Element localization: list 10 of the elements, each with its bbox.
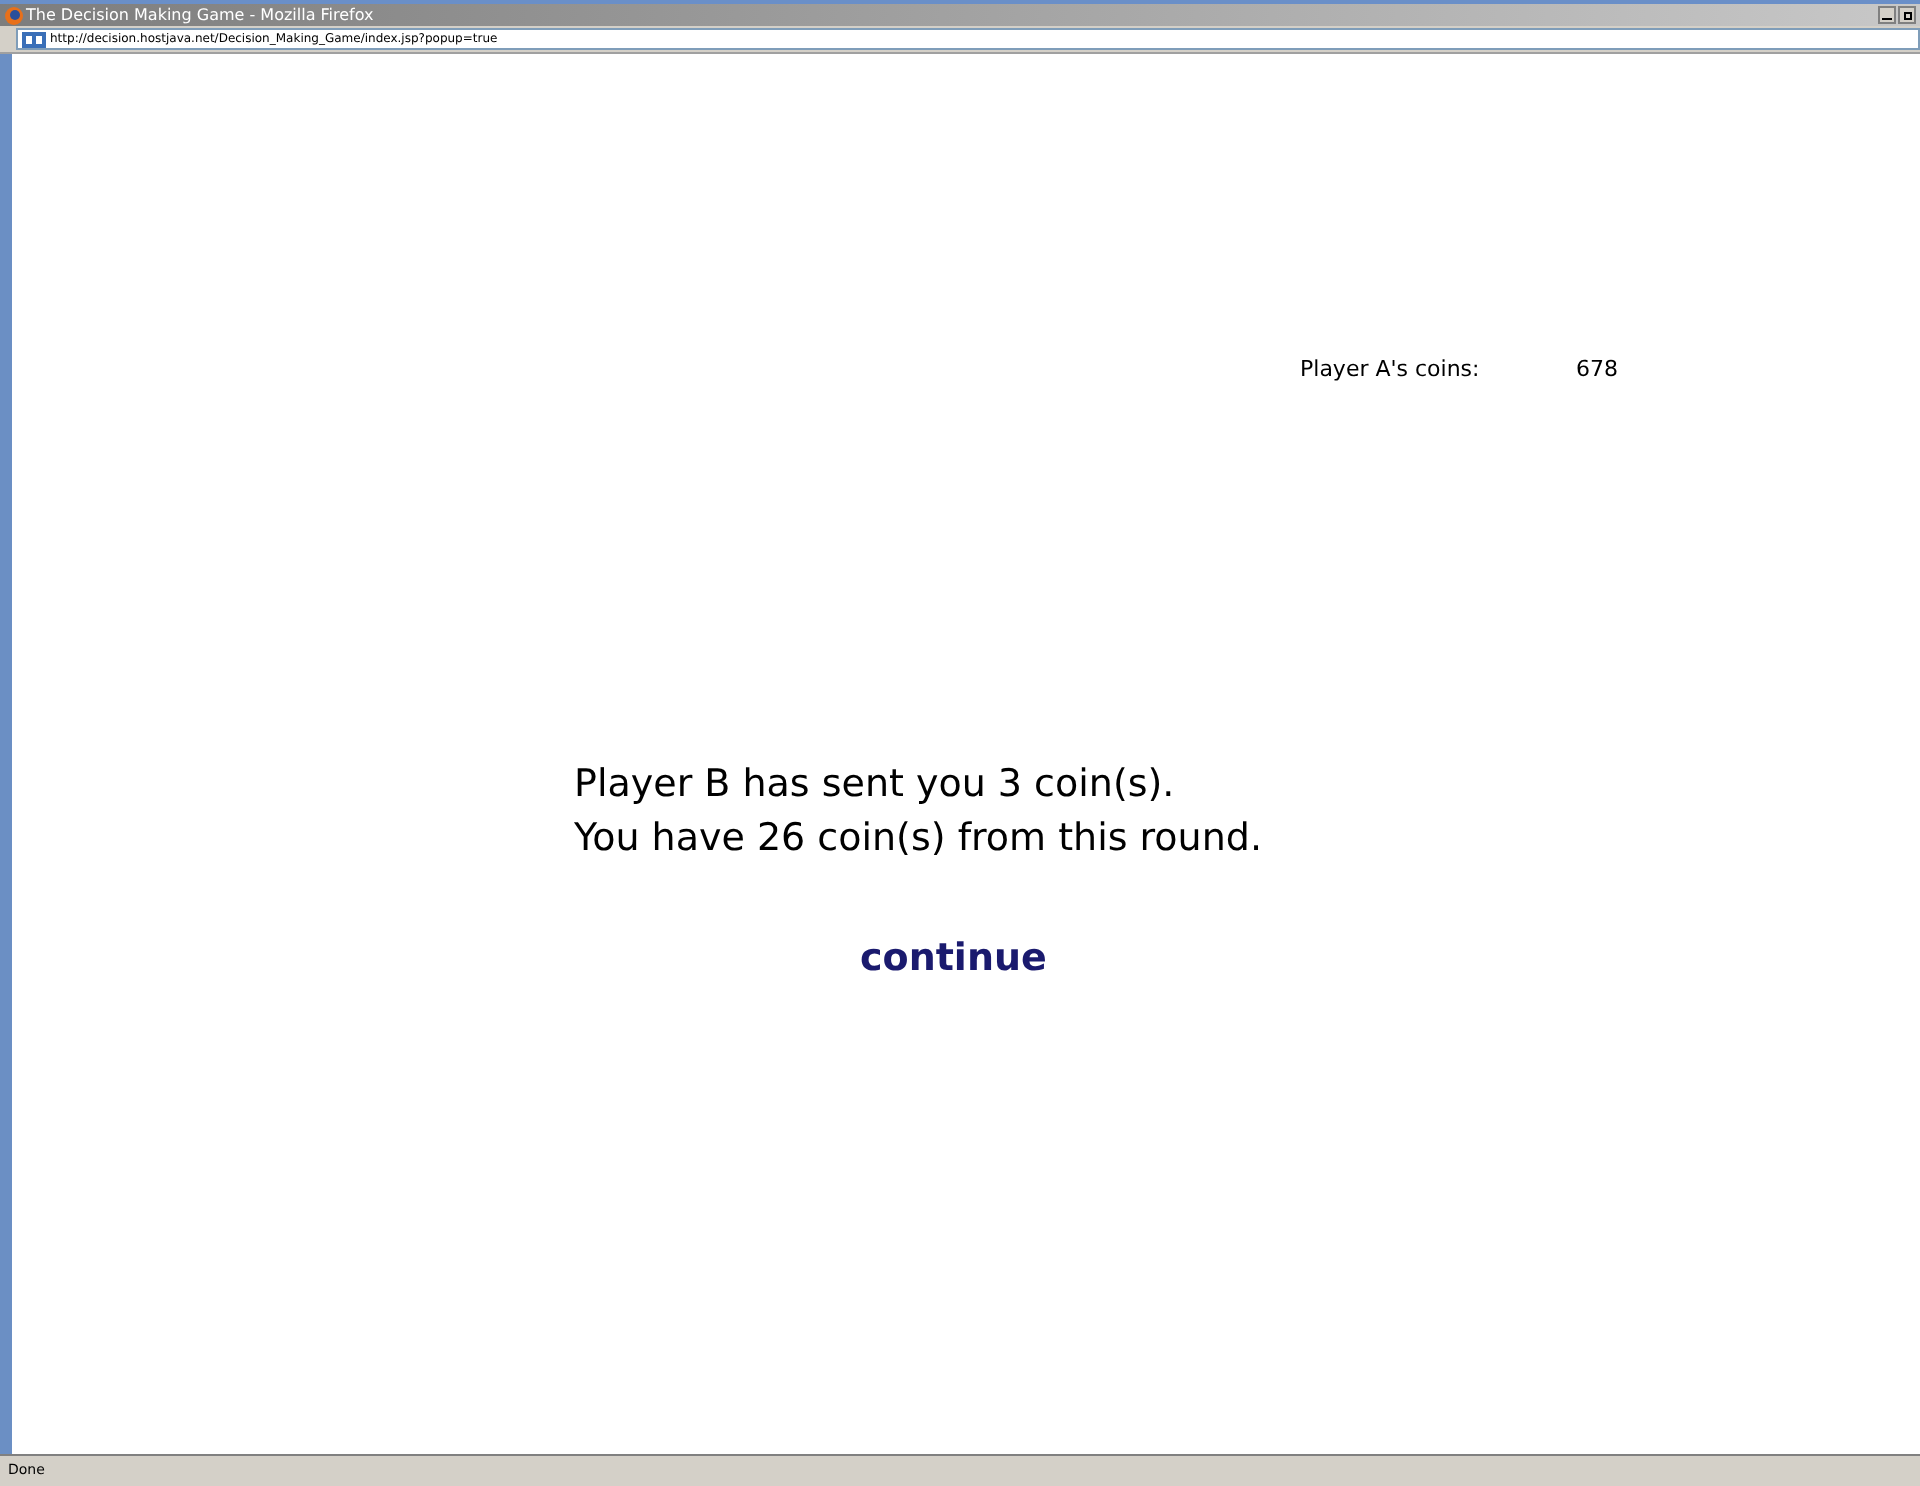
minimize-button[interactable] bbox=[1878, 6, 1896, 24]
score-label: Player A's coins: bbox=[1300, 354, 1482, 386]
score-value: 678 bbox=[1576, 354, 1618, 386]
message-text: Player B has sent you 3 coin(s). bbox=[574, 759, 1177, 809]
page-icon bbox=[22, 31, 46, 47]
restore-button[interactable] bbox=[1898, 6, 1916, 24]
window-title: The Decision Making Game - Mozilla Firefox bbox=[26, 7, 374, 23]
message-text: You have 26 coin(s) from this round. bbox=[574, 813, 1264, 863]
continue-link[interactable]: continue bbox=[860, 935, 1047, 979]
firefox-icon bbox=[4, 5, 24, 25]
